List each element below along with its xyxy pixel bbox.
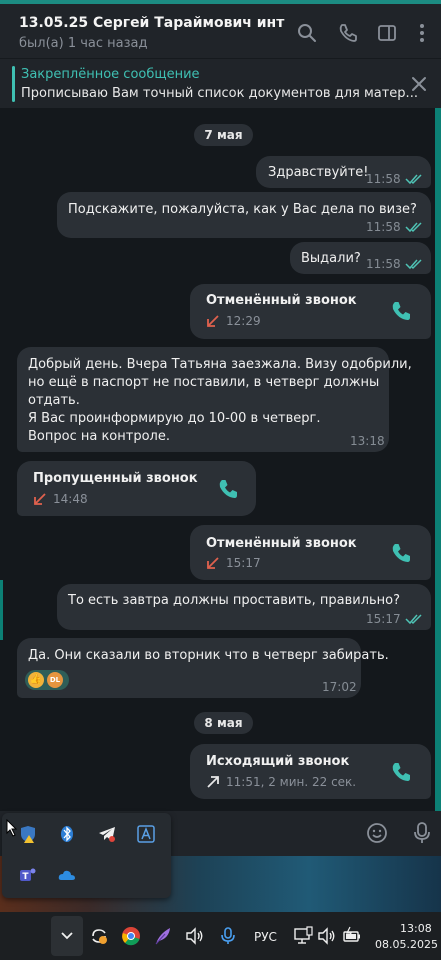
call-back-phone-icon[interactable] (390, 542, 412, 564)
call-title: Исходящий звонок (206, 754, 350, 769)
read-checkmarks-icon (405, 174, 422, 185)
call-time: 15:17 (226, 556, 261, 570)
message-text: Да. Они сказали во вторник что в четверг… (28, 648, 389, 663)
show-hidden-icons-button[interactable] (51, 916, 83, 956)
call-missed-arrow-icon (34, 493, 46, 505)
call-details: 11:51, 2 мин. 22 сек. (226, 775, 357, 789)
pinned-accent-bar (12, 66, 15, 102)
message-text-line: отдать. (28, 393, 80, 408)
read-checkmarks-icon (405, 259, 422, 270)
call-time: 12:29 (226, 314, 261, 328)
call-missed-arrow-icon (207, 557, 219, 569)
call-title: Пропущенный звонок (33, 471, 198, 486)
reactor-avatar: DL (47, 672, 63, 688)
mouse-cursor-icon (6, 819, 18, 837)
message-text: То есть завтра должны проставить, правил… (68, 593, 401, 608)
network-icon[interactable] (293, 926, 313, 946)
message-text-line: но ещё в паспорт не поставили, в четверг… (28, 375, 380, 390)
taskbar (0, 912, 441, 960)
sidebar-toggle-icon[interactable] (376, 22, 398, 44)
more-menu-icon[interactable] (411, 22, 433, 44)
date-separator: 7 мая (194, 124, 253, 146)
thumbs-up-icon: 👍 (28, 672, 44, 688)
telegram-icon[interactable] (98, 825, 116, 843)
bluetooth-icon[interactable] (58, 825, 76, 843)
close-icon[interactable] (411, 76, 427, 92)
svg-text:T: T (22, 872, 29, 882)
read-checkmarks-icon (405, 222, 422, 233)
call-outgoing-arrow-icon (207, 776, 219, 788)
microphone-icon[interactable] (412, 821, 432, 845)
phone-icon[interactable] (337, 22, 359, 44)
call-title: Отменённый звонок (206, 293, 357, 308)
security-warning-icon[interactable] (19, 825, 37, 843)
call-back-phone-icon[interactable] (390, 761, 412, 783)
battery-icon[interactable] (342, 926, 362, 946)
input-language-indicator[interactable]: РУС (254, 930, 277, 944)
speaker-icon[interactable] (317, 926, 337, 946)
message-text: Здравствуйте! (268, 165, 369, 180)
message-time: 11:58 (366, 257, 401, 271)
sync-icon[interactable] (89, 926, 109, 946)
text-input-icon[interactable] (137, 825, 155, 843)
chrome-icon[interactable] (121, 926, 141, 946)
call-time: 14:48 (53, 492, 88, 506)
reaction-chip[interactable]: 👍 DL (25, 670, 69, 690)
chat-header: 13.05.25 Сергей Тараймович инт был(а) 1 … (0, 4, 441, 58)
search-icon[interactable] (296, 22, 318, 44)
pinned-text: Прописываю Вам точный список документов … (21, 86, 418, 101)
message-text: Выдали? (301, 251, 361, 266)
volume-icon[interactable] (185, 926, 205, 946)
call-missed-arrow-icon (207, 315, 219, 327)
message-text-line: Добрый день. Вчера Татьяна заезжала. Виз… (28, 357, 412, 372)
call-title: Отменённый звонок (206, 536, 357, 551)
message-time: 13:18 (350, 434, 385, 448)
chat-title[interactable]: 13.05.25 Сергей Тараймович инт (19, 15, 284, 31)
scroll-edge-strip (435, 108, 441, 811)
read-checkmarks-icon (405, 614, 422, 625)
pinned-message[interactable]: Закреплённое сообщение Прописываю Вам то… (0, 58, 441, 109)
call-back-phone-icon[interactable] (390, 300, 412, 322)
teams-icon[interactable]: T (19, 866, 37, 884)
clock-date[interactable]: 08.05.2025 (375, 938, 438, 951)
clock-time[interactable]: 13:08 (400, 922, 432, 935)
message-text: Подскажите, пожалуйста, как у Вас дела п… (68, 202, 417, 217)
emoji-icon[interactable] (366, 822, 388, 844)
message-time: 11:58 (366, 172, 401, 186)
chevron-down-icon (61, 932, 73, 940)
message-time: 17:02 (322, 680, 357, 694)
call-back-phone-icon[interactable] (217, 478, 239, 500)
feather-app-icon[interactable] (153, 926, 173, 946)
message-time: 11:58 (366, 220, 401, 234)
last-seen-status: был(а) 1 час назад (19, 36, 148, 51)
date-separator: 8 мая (194, 712, 253, 734)
microphone-tray-icon[interactable] (218, 926, 238, 946)
tray-overflow-popup: T (2, 813, 171, 898)
pinned-title: Закреплённое сообщение (21, 67, 200, 82)
message-time: 15:17 (366, 612, 401, 626)
window-edge-strip (0, 580, 3, 640)
onedrive-icon[interactable] (58, 866, 76, 884)
message-text-line: Вопрос на контроле. (28, 429, 170, 444)
message-text-line: Я Вас проинформирую до 10-00 в четверг. (28, 411, 321, 426)
